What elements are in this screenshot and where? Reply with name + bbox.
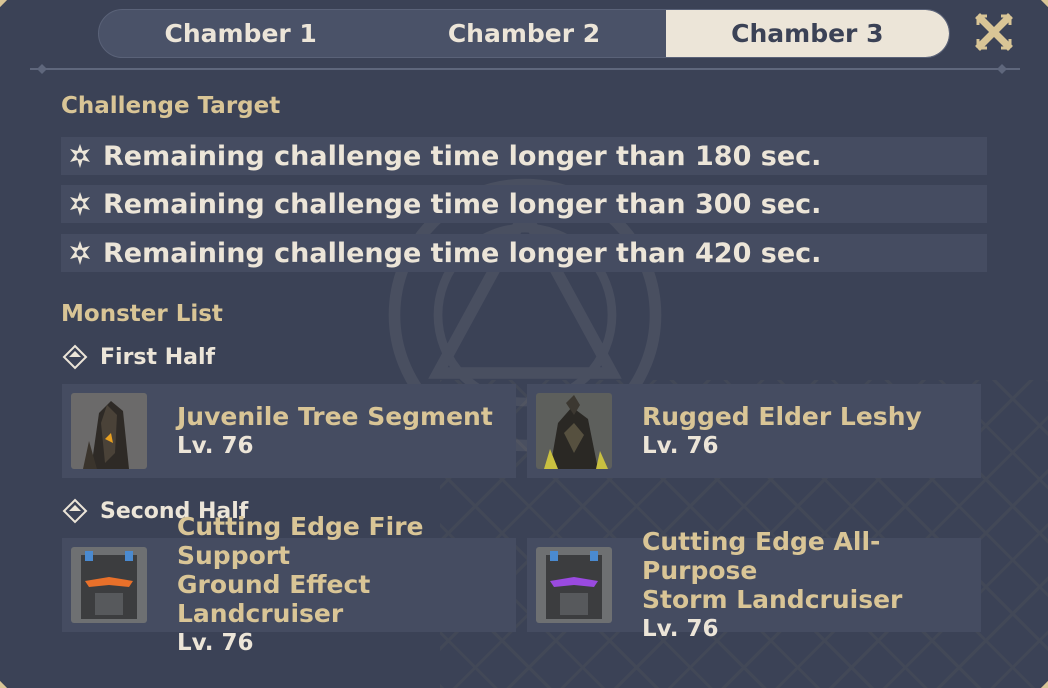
monster-portrait bbox=[536, 547, 612, 623]
monster-level: Lv. 76 bbox=[642, 432, 719, 459]
challenge-target-row: Remaining challenge time longer than 300… bbox=[61, 185, 987, 223]
star-emblem-icon bbox=[70, 241, 90, 265]
challenge-target-text: Remaining challenge time longer than 180… bbox=[103, 140, 822, 172]
star-emblem-icon bbox=[70, 192, 90, 216]
tab-chamber-1[interactable]: Chamber 1 bbox=[99, 10, 382, 57]
fire-landcruiser-portrait-icon bbox=[71, 547, 147, 623]
monster-portrait bbox=[71, 547, 147, 623]
storm-landcruiser-portrait-icon bbox=[536, 547, 612, 623]
monster-level: Lv. 76 bbox=[177, 432, 254, 459]
monster-card[interactable]: Cutting Edge Fire Support Ground Effect … bbox=[62, 512, 516, 656]
diamond-icon bbox=[62, 498, 88, 524]
rugged-elder-leshy-portrait-icon bbox=[536, 393, 612, 469]
close-x-icon bbox=[975, 13, 1013, 51]
chamber-tab-bar: Chamber 1 Chamber 2 Chamber 3 bbox=[98, 9, 950, 58]
monster-card[interactable]: Rugged Elder Leshy Lv. 76 bbox=[527, 384, 981, 478]
tab-chamber-2[interactable]: Chamber 2 bbox=[382, 10, 665, 57]
monster-level: Lv. 76 bbox=[177, 630, 254, 656]
corner-ornament bbox=[1040, 0, 1048, 8]
monster-card[interactable]: Juvenile Tree Segment Lv. 76 bbox=[62, 384, 516, 478]
monster-name: Storm Landcruiser bbox=[642, 584, 903, 614]
challenge-target-row: Remaining challenge time longer than 420… bbox=[61, 234, 987, 272]
challenge-target-row: Remaining challenge time longer than 180… bbox=[61, 137, 987, 175]
juvenile-tree-segment-portrait-icon bbox=[71, 393, 147, 469]
header-divider bbox=[30, 64, 1020, 74]
monster-card[interactable]: Cutting Edge All-Purpose Storm Landcruis… bbox=[527, 527, 981, 642]
monster-level: Lv. 76 bbox=[642, 615, 719, 642]
monster-name: Ground Effect Landcruiser bbox=[177, 570, 371, 628]
challenge-target-text: Remaining challenge time longer than 300… bbox=[103, 188, 822, 220]
corner-ornament bbox=[0, 680, 8, 688]
challenge-target-text: Remaining challenge time longer than 420… bbox=[103, 237, 822, 269]
challenge-target-heading: Challenge Target bbox=[61, 93, 281, 119]
monster-name: Cutting Edge All-Purpose bbox=[642, 526, 881, 585]
monster-name: Cutting Edge Fire Support bbox=[177, 512, 424, 570]
corner-ornament bbox=[0, 0, 8, 8]
first-half-text: First Half bbox=[100, 344, 216, 370]
diamond-icon bbox=[62, 344, 88, 370]
close-button[interactable] bbox=[974, 12, 1014, 52]
monster-portrait bbox=[71, 393, 147, 469]
monster-name: Juvenile Tree Segment bbox=[177, 401, 493, 431]
monster-name: Rugged Elder Leshy bbox=[642, 401, 922, 431]
tab-chamber-3[interactable]: Chamber 3 bbox=[665, 10, 949, 57]
star-emblem-icon bbox=[70, 144, 90, 168]
first-half-label: First Half bbox=[62, 344, 215, 370]
monster-list-heading: Monster List bbox=[61, 301, 223, 327]
monster-portrait bbox=[536, 393, 612, 469]
corner-ornament bbox=[1040, 680, 1048, 688]
